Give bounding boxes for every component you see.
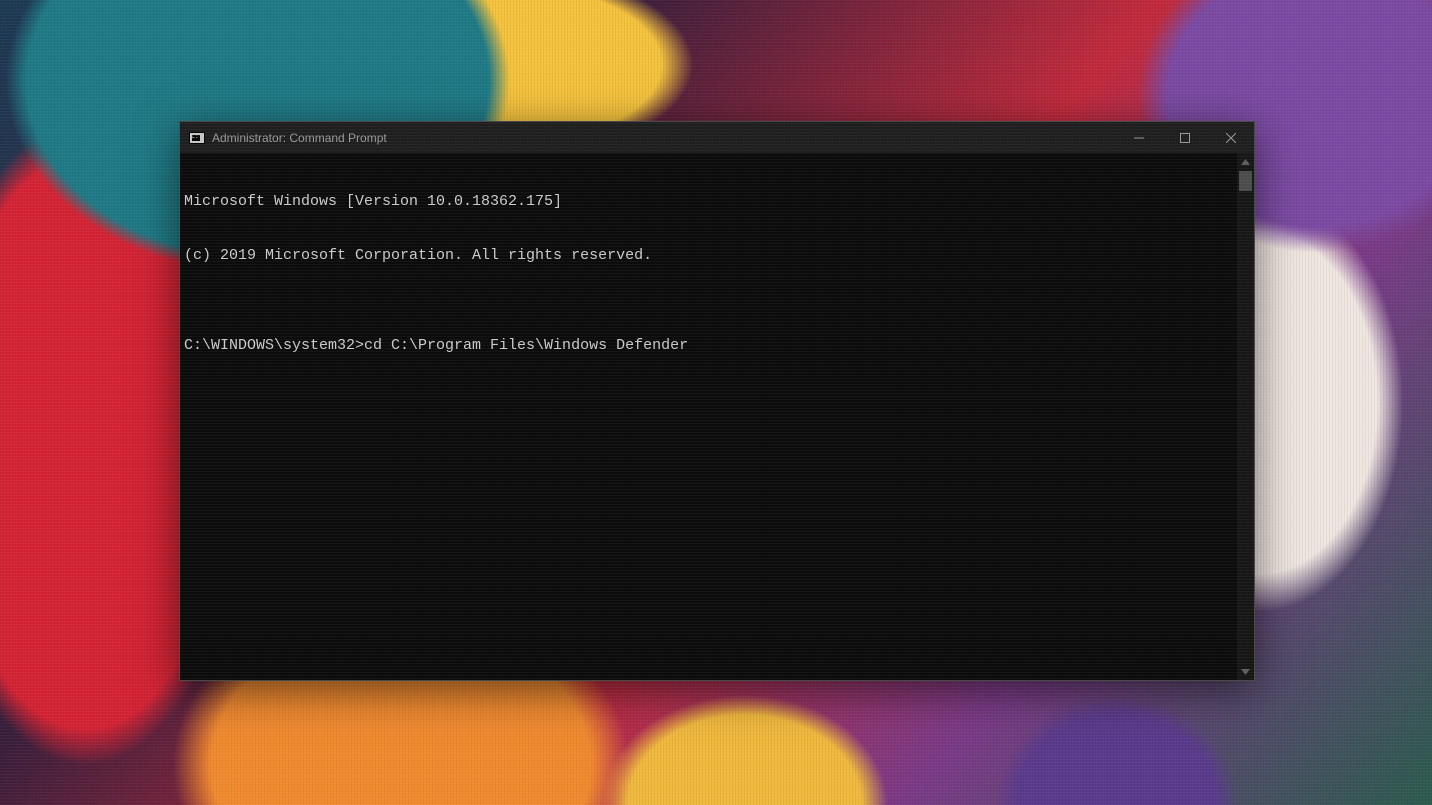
desktop-wallpaper: Administrator: Command Prompt Microso — [0, 0, 1432, 805]
console-line: Microsoft Windows [Version 10.0.18362.17… — [184, 193, 1237, 211]
maximize-button[interactable] — [1162, 122, 1208, 153]
console-output[interactable]: Microsoft Windows [Version 10.0.18362.17… — [180, 153, 1237, 680]
close-icon — [1226, 133, 1236, 143]
scroll-up-button[interactable] — [1237, 153, 1254, 170]
minimize-icon — [1134, 133, 1144, 143]
close-button[interactable] — [1208, 122, 1254, 153]
maximize-icon — [1180, 133, 1190, 143]
scroll-thumb[interactable] — [1239, 171, 1252, 191]
scroll-down-button[interactable] — [1237, 663, 1254, 680]
client-area: Microsoft Windows [Version 10.0.18362.17… — [180, 153, 1254, 680]
console-line: (c) 2019 Microsoft Corporation. All righ… — [184, 247, 1237, 265]
minimize-button[interactable] — [1116, 122, 1162, 153]
console-line: C:\WINDOWS\system32>cd C:\Program Files\… — [184, 337, 1237, 355]
titlebar[interactable]: Administrator: Command Prompt — [180, 122, 1254, 153]
window-title: Administrator: Command Prompt — [212, 131, 387, 145]
vertical-scrollbar[interactable] — [1237, 153, 1254, 680]
cmd-icon — [189, 132, 205, 144]
chevron-up-icon — [1241, 159, 1250, 165]
chevron-down-icon — [1241, 669, 1250, 675]
command-prompt-window: Administrator: Command Prompt Microso — [179, 121, 1255, 681]
